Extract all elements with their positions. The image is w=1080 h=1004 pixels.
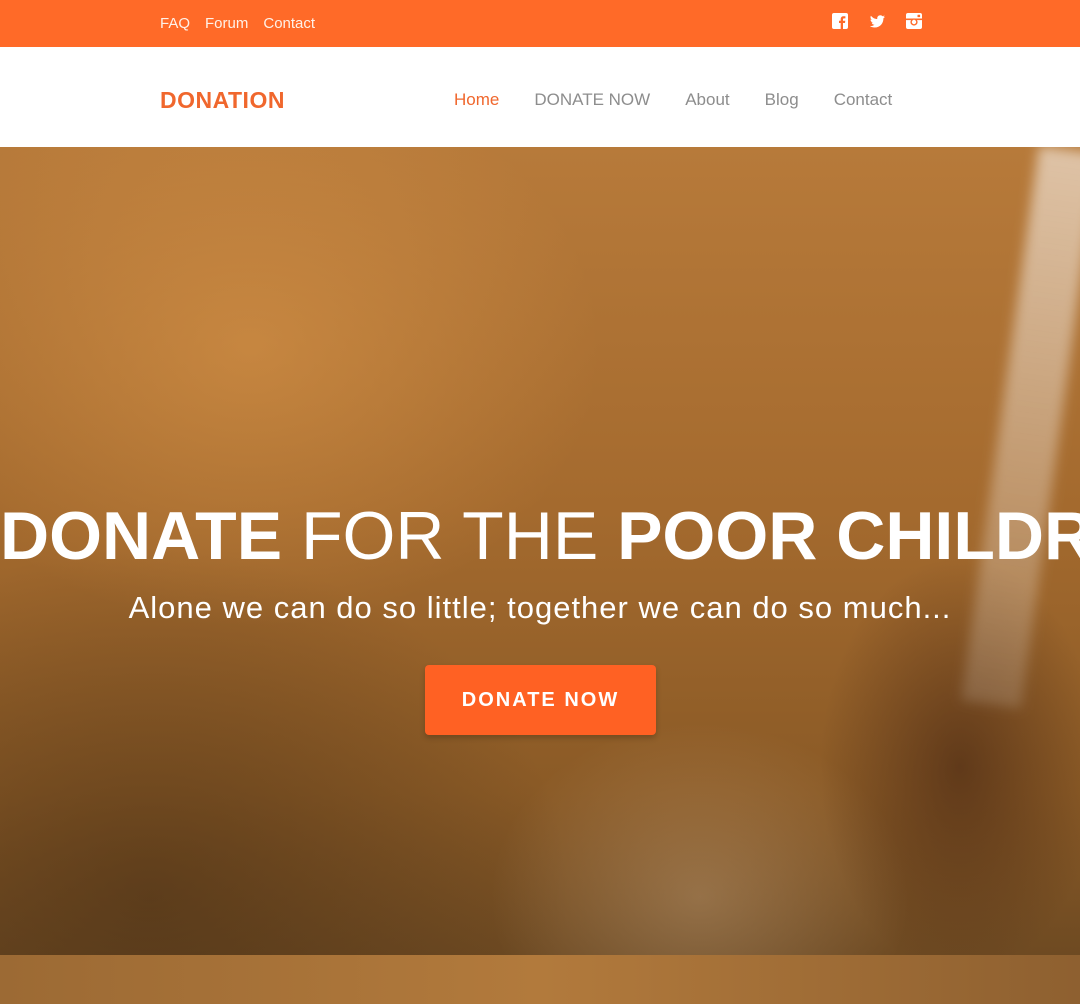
instagram-icon[interactable]	[906, 13, 923, 30]
twitter-icon[interactable]	[869, 13, 886, 30]
nav-blog[interactable]: Blog	[765, 90, 799, 110]
facebook-icon[interactable]	[832, 13, 849, 30]
hero-subtitle: Alone we can do so little; together we c…	[128, 590, 952, 625]
site-logo[interactable]: DONATION	[160, 87, 285, 114]
hero-title-part3: POOR CHILDREN	[617, 498, 1080, 574]
top-bar: FAQ Forum Contact	[0, 0, 1080, 47]
hero-title-part2: FOR THE	[300, 498, 599, 574]
donate-now-button[interactable]: DONATE NOW	[425, 665, 656, 735]
social-links	[832, 13, 923, 30]
next-section-preview	[0, 955, 1080, 1004]
main-nav: Home DONATE NOW About Blog Contact	[454, 90, 927, 110]
nav-home[interactable]: Home	[454, 90, 499, 110]
top-link-forum[interactable]: Forum	[205, 15, 248, 32]
hero-title: DONATE FOR THE POOR CHILDREN	[0, 500, 1080, 572]
top-link-contact[interactable]: Contact	[263, 15, 315, 32]
site-header: DONATION Home DONATE NOW About Blog Cont…	[0, 47, 1080, 147]
nav-donate-now[interactable]: DONATE NOW	[534, 90, 650, 110]
nav-contact[interactable]: Contact	[834, 90, 893, 110]
top-links: FAQ Forum Contact	[160, 15, 315, 32]
top-link-faq[interactable]: FAQ	[160, 15, 190, 32]
hero-banner: DONATE FOR THE POOR CHILDREN Alone we ca…	[0, 147, 1080, 955]
hero-title-part1: DONATE	[0, 498, 283, 574]
nav-about[interactable]: About	[685, 90, 729, 110]
